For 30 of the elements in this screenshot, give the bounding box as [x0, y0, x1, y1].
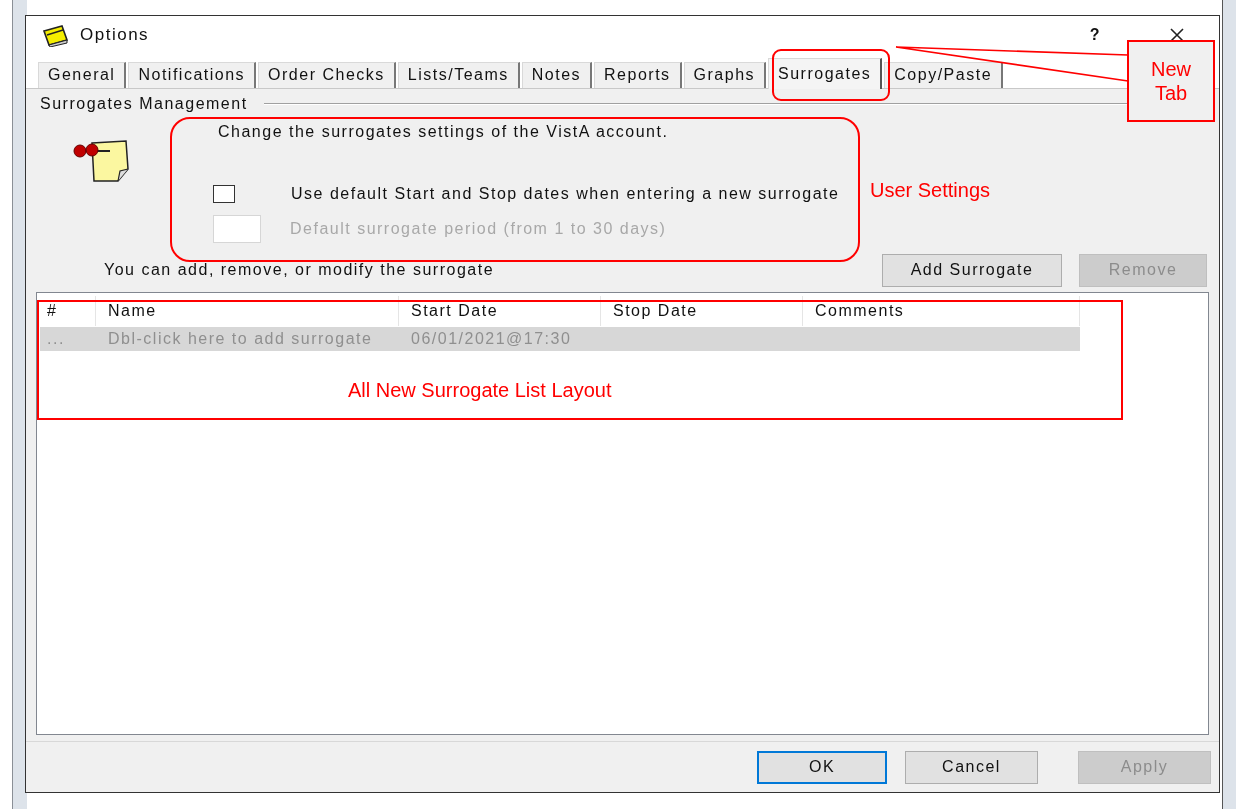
list-caption: You can add, remove, or modify the surrogate: [104, 261, 495, 279]
column-header[interactable]: Name: [96, 296, 399, 326]
table-cell-text: 06/01/2021@17:30: [410, 329, 573, 349]
add-button[interactable]: Add Surrogate: [882, 253, 1062, 287]
window-title: Options: [80, 25, 150, 45]
tab[interactable]: General: [38, 62, 127, 88]
callout-label: New Tab: [1127, 40, 1215, 122]
tab[interactable]: Notifications: [128, 62, 257, 88]
table-cell-text: ...: [46, 329, 66, 349]
tab[interactable]: Surrogates: [768, 58, 883, 89]
tab[interactable]: Copy/Paste: [884, 62, 1004, 88]
column-header[interactable]: Comments: [803, 296, 1080, 326]
column-header[interactable]: Stop Date: [601, 296, 803, 326]
annotation-label: All New Surrogate List Layout: [348, 379, 612, 402]
tab[interactable]: Lists/Teams: [397, 62, 520, 88]
column-header[interactable]: #: [40, 296, 96, 326]
checkbox-label: Use default Start and Stop dates when entering a new surrogate: [291, 185, 840, 203]
tab[interactable]: Notes: [521, 62, 593, 88]
tab[interactable]: Reports: [594, 62, 682, 88]
tab[interactable]: Order Checks: [258, 62, 396, 88]
column-header[interactable]: Start Date: [399, 296, 601, 326]
cancel-button[interactable]: Cancel: [905, 750, 1038, 784]
group-title: Surrogates Management: [40, 95, 248, 113]
tab[interactable]: Graphs: [683, 62, 767, 88]
description-text: Change the surrogates settings of the VistA account.: [218, 123, 670, 142]
period-label: Default surrogate period (from 1 to 30 days): [290, 220, 667, 238]
annotation-label: User Settings: [870, 179, 991, 202]
ok-button[interactable]: OK: [757, 750, 887, 784]
help-button[interactable]: ?: [1089, 26, 1101, 44]
table-cell-text: Dbl-click here to add surrogate: [107, 329, 374, 349]
